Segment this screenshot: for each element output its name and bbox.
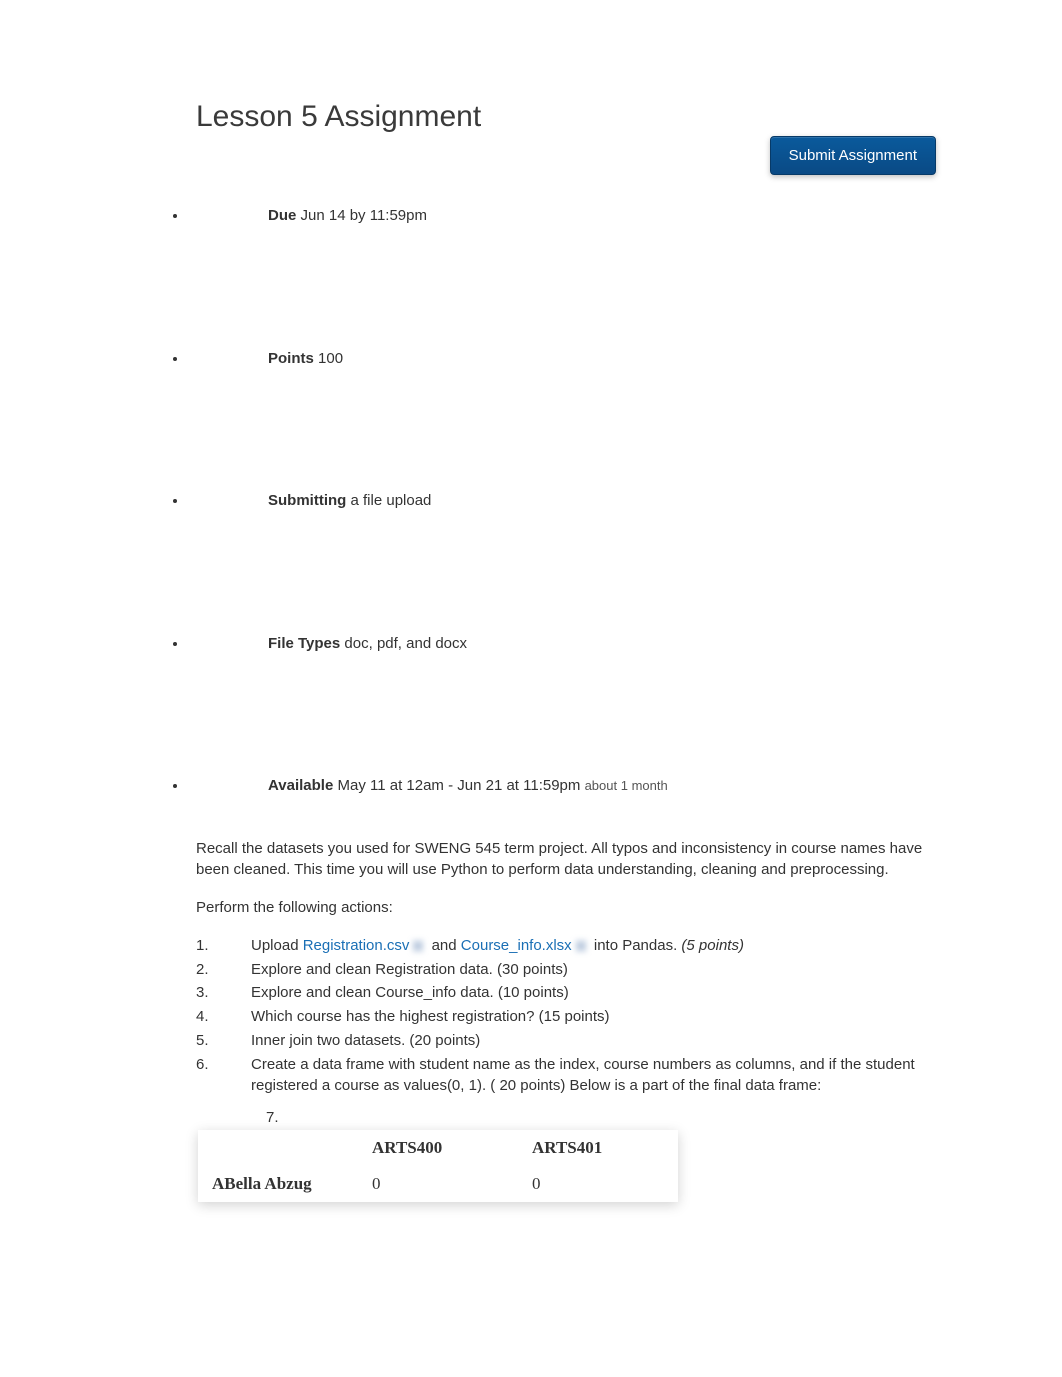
submitting-value: a file upload [351, 492, 432, 509]
item-number: 2. [196, 959, 209, 981]
course-info-xlsx-link[interactable]: Course_info.xlsx [461, 937, 572, 954]
text-pre: Upload [251, 937, 303, 954]
due-label: Due [268, 207, 296, 224]
sample-dataframe-table: ARTS400 ARTS401 ABella Abzug 0 0 [198, 1130, 678, 1202]
action-item-3: 3. Explore and clean Course_info data. (… [196, 982, 936, 1004]
page-title: Lesson 5 Assignment [196, 100, 936, 134]
filetypes-value: doc, pdf, and docx [344, 635, 467, 652]
points-label: Points [268, 350, 314, 367]
perform-heading: Perform the following actions: [196, 897, 936, 919]
action-item-1: 1. Upload Registration.csv and Course_in… [196, 935, 936, 957]
item-number: 4. [196, 1006, 209, 1028]
action-item-5: 5. Inner join two datasets. (20 points) [196, 1030, 936, 1052]
table-row: ABella Abzug 0 0 [198, 1166, 678, 1202]
due-value: Jun 14 by 11:59pm [301, 207, 427, 224]
item-text: Explore and clean Registration data. (30… [251, 961, 568, 978]
filetypes-label: File Types [268, 635, 340, 652]
submitting-label: Submitting [268, 492, 346, 509]
registration-csv-link[interactable]: Registration.csv [303, 937, 410, 954]
meta-submitting: Submitting a file upload [188, 490, 936, 513]
assignment-description: Recall the datasets you used for SWENG 5… [196, 838, 936, 1203]
table-header-row: ARTS400 ARTS401 [198, 1130, 678, 1166]
actions-list: 1. Upload Registration.csv and Course_in… [196, 935, 936, 1097]
action-item-6: 6. Create a data frame with student name… [196, 1054, 936, 1098]
table-row-header: ABella Abzug [198, 1166, 358, 1202]
item-number: 6. [196, 1054, 209, 1076]
item-number: 1. [196, 935, 209, 957]
text-post: into Pandas. [590, 937, 682, 954]
action-item-4: 4. Which course has the highest registra… [196, 1006, 936, 1028]
item-number: 5. [196, 1030, 209, 1052]
meta-available: Available May 11 at 12am - Jun 21 at 11:… [188, 775, 936, 798]
meta-points: Points 100 [188, 348, 936, 371]
points-value: 100 [318, 350, 343, 367]
points-note: (5 points) [681, 937, 744, 954]
table-col-header: ARTS400 [358, 1130, 518, 1166]
item-text: Create a data frame with student name as… [251, 1056, 915, 1095]
available-value: May 11 at 12am - Jun 21 at 11:59pm [337, 777, 580, 794]
table-corner-cell [198, 1130, 358, 1166]
item-text: Which course has the highest registratio… [251, 1008, 610, 1025]
intro-paragraph: Recall the datasets you used for SWENG 5… [196, 838, 936, 882]
meta-filetypes: File Types doc, pdf, and docx [188, 633, 936, 656]
item-text: Explore and clean Course_info data. (10 … [251, 984, 569, 1001]
item-number-7: 7. [266, 1109, 279, 1126]
file-icon [411, 938, 425, 954]
table-cell: 0 [518, 1166, 678, 1202]
table-col-header: ARTS401 [518, 1130, 678, 1166]
action-item-2: 2. Explore and clean Registration data. … [196, 959, 936, 981]
item-number: 3. [196, 982, 209, 1004]
available-duration: about 1 month [585, 778, 668, 793]
available-label: Available [268, 777, 333, 794]
item-text: Inner join two datasets. (20 points) [251, 1032, 480, 1049]
assignment-meta-list: Due Jun 14 by 11:59pm Points 100 Submitt… [188, 205, 936, 798]
file-icon [574, 938, 588, 954]
text-mid: and [427, 937, 460, 954]
table-cell: 0 [358, 1166, 518, 1202]
submit-assignment-button[interactable]: Submit Assignment [770, 136, 936, 175]
meta-due: Due Jun 14 by 11:59pm [188, 205, 936, 228]
